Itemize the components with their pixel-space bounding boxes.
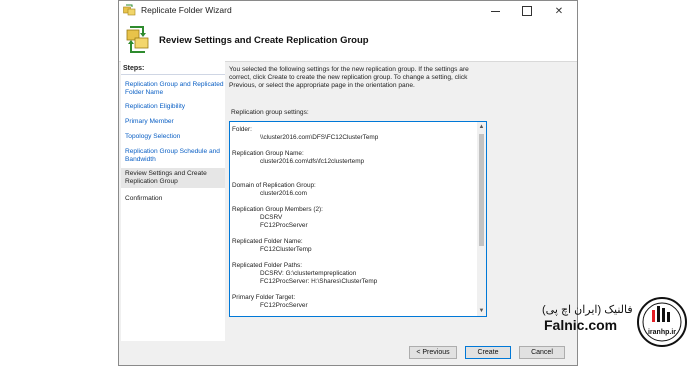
svg-text:iranhp.ir: iranhp.ir	[648, 329, 676, 336]
maximize-button[interactable]	[511, 1, 543, 21]
settings-textbox[interactable]: Folder: \\cluster2016.com\DFS\FC12Cluste…	[229, 121, 487, 317]
setting-folder: Folder: \\cluster2016.com\DFS\FC12Cluste…	[232, 126, 472, 142]
button-bar: < Previous Create Cancel	[119, 341, 577, 365]
setting-members: Replication Group Members (2): DCSRV FC1…	[232, 206, 472, 230]
scroll-up-icon[interactable]: ▲	[477, 124, 486, 130]
brand-name-fa: فالنیک (ایران اچ پی)	[542, 304, 633, 316]
settings-list: Folder: \\cluster2016.com\DFS\FC12Cluste…	[232, 126, 472, 316]
step-primary-member[interactable]: Primary Member	[121, 118, 225, 126]
close-button[interactable]: ✕	[543, 1, 575, 21]
scrollbar-thumb[interactable]	[479, 134, 484, 246]
setting-value: FC12ProcServer: H:\Shares\ClusterTemp	[260, 278, 378, 285]
steps-heading: Steps:	[123, 65, 145, 72]
setting-group-name: Replication Group Name: cluster2016.com\…	[232, 150, 472, 166]
step-replication-eligibility[interactable]: Replication Eligibility	[121, 103, 225, 111]
steps-divider	[121, 74, 225, 75]
steps-pane: Steps: Replication Group and Replicated …	[121, 61, 225, 351]
vertical-scrollbar[interactable]: ▲ ▼	[477, 122, 486, 316]
setting-primary-target: Primary Folder Target: FC12ProcServer	[232, 294, 472, 310]
brand-name-en: Falnic.com	[544, 317, 618, 333]
step-topology-selection[interactable]: Topology Selection	[121, 133, 225, 141]
setting-domain: Domain of Replication Group: cluster2016…	[232, 182, 472, 198]
step-group-and-folder-name[interactable]: Replication Group and Replicated Folder …	[121, 81, 225, 97]
replication-wizard-icon	[126, 26, 149, 53]
setting-value: FC12ProcServer	[260, 302, 308, 309]
setting-label: Replication Group Name:	[232, 150, 304, 157]
step-schedule-and-bandwidth[interactable]: Replication Group Schedule and Bandwidth	[121, 148, 225, 164]
page-title: Review Settings and Create Replication G…	[159, 35, 369, 46]
step-review-settings: Review Settings and Create Replication G…	[121, 168, 225, 188]
minimize-icon	[490, 10, 500, 12]
setting-value: FC12ClusterTemp	[260, 246, 312, 253]
scroll-down-icon[interactable]: ▼	[477, 308, 486, 314]
setting-label: Folder:	[232, 126, 252, 133]
setting-label: Replicated Folder Paths:	[232, 262, 302, 269]
maximize-icon	[522, 6, 532, 16]
minimize-button[interactable]	[479, 1, 511, 21]
replication-folder-icon	[123, 4, 136, 16]
step-confirmation: Confirmation	[125, 195, 163, 202]
setting-label: Replicated Folder Name:	[232, 238, 303, 245]
window-title: Replicate Folder Wizard	[141, 5, 232, 15]
setting-value: cluster2016.com	[260, 190, 307, 197]
setting-value: FC12ProcServer	[260, 222, 308, 229]
close-icon: ✕	[554, 5, 564, 17]
setting-folder-paths: Replicated Folder Paths: DCSRV: G:\clust…	[232, 262, 472, 286]
content-pane: You selected the following settings for …	[227, 61, 573, 343]
wizard-header: Review Settings and Create Replication G…	[119, 21, 577, 62]
setting-value: DCSRV	[260, 214, 283, 221]
setting-label: Domain of Replication Group:	[232, 182, 316, 189]
title-bar[interactable]: Replicate Folder Wizard ✕	[119, 1, 577, 21]
watermark: فالنیک (ایران اچ پی) Falnic.com iranhp.i…	[540, 296, 690, 356]
setting-value: DCSRV: G:\clustertempreplication	[260, 270, 357, 277]
wizard-window: Replicate Folder Wizard ✕ Review Setting…	[118, 0, 578, 366]
setting-value: cluster2016.com\dfs\fc12clustertemp	[260, 158, 365, 165]
iranhp-logo-icon: iranhp.ir	[637, 297, 687, 347]
setting-folder-name: Replicated Folder Name: FC12ClusterTemp	[232, 238, 472, 254]
setting-value: \\cluster2016.com\DFS\FC12ClusterTemp	[260, 134, 379, 141]
setting-label: Replication Group Members (2):	[232, 206, 323, 213]
setting-label: Primary Folder Target:	[232, 294, 296, 301]
create-button[interactable]: Create	[465, 346, 511, 359]
previous-button[interactable]: < Previous	[409, 346, 457, 359]
settings-label: Replication group settings:	[231, 109, 309, 116]
intro-text: You selected the following settings for …	[229, 66, 469, 89]
